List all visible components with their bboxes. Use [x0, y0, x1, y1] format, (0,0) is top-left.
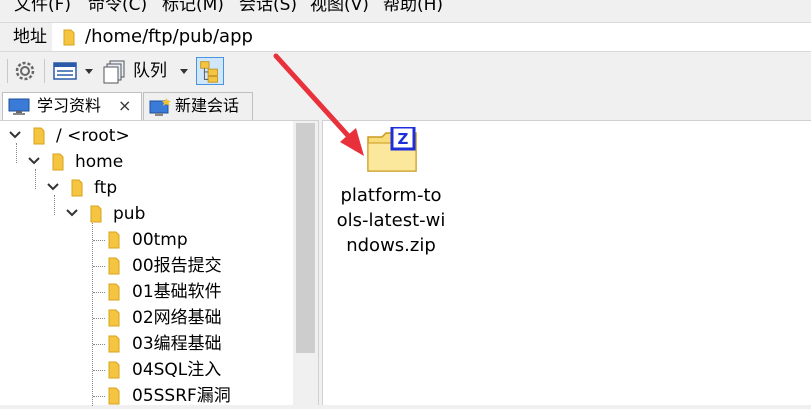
chevron-down-icon[interactable] — [27, 156, 41, 166]
folder-icon — [108, 361, 120, 379]
tree-node-label: / <root> — [56, 126, 130, 146]
file-name-line: platform-to — [340, 185, 442, 206]
tree-connector — [92, 221, 93, 406]
queue-icon[interactable] — [102, 57, 128, 85]
menu-bar: 文件(F) 命令(C) 标记(M) 会话(S) 视图(V) 帮助(H) — [0, 0, 811, 15]
address-bar: 地址 /home/ftp/pub/app — [0, 22, 811, 52]
tree-connector — [93, 344, 105, 345]
tab-label: 学习资料 — [37, 96, 102, 115]
menu-view[interactable]: 视图(V) — [310, 0, 369, 15]
tab-new-session[interactable]: 新建会话 — [143, 92, 253, 120]
tree-connector — [54, 195, 55, 215]
file-list-pane: Z platform-to ols-latest-wi ndows.zip — [323, 120, 811, 405]
tree-node-label: 04SQL注入 — [132, 360, 222, 380]
tree-toggle-icon[interactable] — [195, 57, 225, 85]
tree-node-label: 03编程基础 — [132, 334, 222, 354]
tree-node-label: home — [75, 152, 124, 172]
tree-connector — [93, 240, 105, 241]
file-name-line: ols-latest-wi — [336, 210, 446, 231]
svg-text:Z: Z — [398, 130, 409, 148]
tree-connector — [93, 370, 105, 371]
folder-icon — [108, 387, 120, 405]
address-label: 地址 — [0, 23, 52, 51]
queue-dropdown-icon[interactable] — [178, 57, 190, 85]
queue-label[interactable]: 队列 — [133, 53, 167, 89]
folder-icon — [108, 231, 120, 249]
tree-connector — [93, 266, 105, 267]
folder-icon — [108, 335, 120, 353]
tree-node-label: 00tmp — [132, 230, 188, 250]
folder-icon — [90, 205, 102, 223]
zip-folder-icon: Z — [367, 127, 417, 172]
new-session-icon — [149, 98, 171, 116]
menu-file[interactable]: 文件(F) — [14, 0, 71, 15]
session-tab-bar: 学习资料 × 新建会话 — [0, 90, 811, 120]
directory-tree: / <root> home ftp pub 00tmp 00报告提交 01基础软… — [0, 120, 318, 406]
folder-icon — [71, 179, 83, 197]
chevron-down-icon[interactable] — [46, 182, 60, 192]
gear-icon[interactable] — [12, 57, 38, 85]
tree-node-label: 00报告提交 — [132, 256, 222, 276]
tab-label: 新建会话 — [175, 96, 240, 115]
tree-scrollbar-thumb[interactable] — [296, 123, 315, 353]
menu-session[interactable]: 会话(S) — [239, 0, 297, 15]
menu-help[interactable]: 帮助(H) — [383, 0, 443, 15]
tree-node-label: 05SSRF漏洞 — [132, 386, 231, 406]
dropdown-arrow-icon[interactable] — [83, 57, 95, 85]
tree-connector — [16, 143, 17, 163]
tree-connector — [93, 292, 105, 293]
tree-node-label: 01基础软件 — [132, 282, 222, 302]
address-path-input[interactable]: /home/ftp/pub/app — [85, 23, 253, 51]
toolbar-separator — [44, 59, 45, 83]
menu-command[interactable]: 命令(C) — [88, 0, 147, 15]
tree-connector — [35, 169, 36, 189]
folder-icon — [63, 29, 75, 46]
folder-icon — [108, 283, 120, 301]
tab-study-materials[interactable]: 学习资料 × — [2, 92, 142, 120]
folder-icon — [108, 309, 120, 327]
monitor-icon — [8, 98, 30, 115]
tab-close-button[interactable]: × — [118, 93, 131, 119]
tree-connector — [93, 396, 105, 397]
tree-node-label: ftp — [94, 178, 118, 198]
menu-mark[interactable]: 标记(M) — [162, 0, 224, 15]
chevron-down-icon[interactable] — [8, 130, 22, 140]
file-name-line: ndows.zip — [346, 235, 436, 256]
folder-icon — [33, 127, 45, 145]
list-view-icon[interactable] — [52, 57, 78, 85]
file-name: platform-to ols-latest-wi ndows.zip — [331, 183, 451, 258]
tree-node-label: pub — [113, 204, 146, 224]
folder-icon — [52, 153, 64, 171]
toolbar-grip — [7, 59, 8, 83]
tree-node-label: 02网络基础 — [132, 308, 222, 328]
file-item-zip[interactable]: Z platform-to ols-latest-wi ndows.zip — [331, 127, 451, 257]
tree-connector — [93, 318, 105, 319]
folder-icon — [108, 257, 120, 275]
toolbar: 队列 — [0, 53, 811, 89]
chevron-down-icon[interactable] — [65, 208, 79, 218]
